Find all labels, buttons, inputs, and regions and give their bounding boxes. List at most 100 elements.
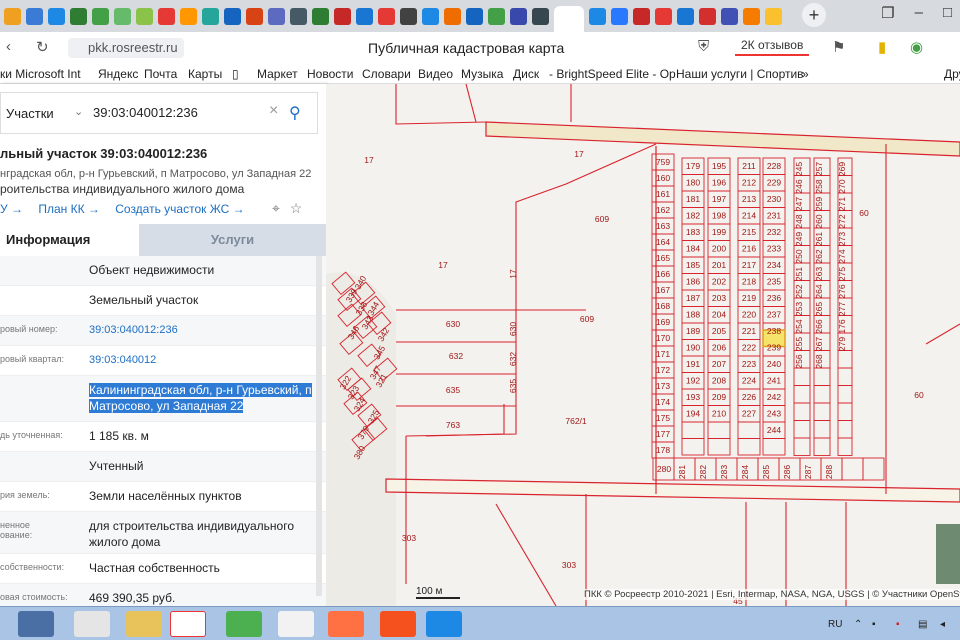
tab-favicon-icon[interactable] — [290, 7, 307, 25]
attribute-row: ненное ование: для строительства индивиду… — [0, 512, 326, 554]
tab-favicon-icon[interactable] — [334, 7, 351, 25]
zoom-to-icon[interactable]: ⌖ — [272, 200, 280, 216]
tab-favicon-icon[interactable] — [466, 7, 483, 25]
parcel-label: 261 — [814, 232, 824, 246]
bookmark-item[interactable]: Словари — [362, 67, 411, 81]
tab-favicon-icon[interactable] — [70, 7, 87, 25]
minimize-icon[interactable]: – — [915, 4, 923, 22]
bookmark-item[interactable]: Музыка — [461, 67, 503, 81]
bookmark-folder[interactable]: Дру — [944, 67, 960, 81]
tray-icon[interactable]: ▪ — [896, 619, 900, 630]
tab-favicon-icon[interactable] — [677, 7, 694, 25]
app-icon[interactable] — [380, 611, 416, 637]
bookmark-item[interactable]: ки Microsoft Int — [0, 67, 81, 81]
tab-favicon-icon[interactable] — [136, 7, 153, 25]
tab-favicon-icon[interactable] — [158, 7, 175, 25]
search-input[interactable] — [93, 105, 263, 120]
app-icon[interactable] — [278, 611, 314, 637]
active-tab[interactable] — [554, 6, 584, 32]
bookmark-item[interactable]: Яндекс — [98, 67, 138, 81]
extension-icon[interactable]: ⛨ — [698, 38, 709, 55]
url-field[interactable]: pkk.rosreestr.ru — [68, 38, 184, 58]
tab-favicon-icon[interactable] — [202, 7, 219, 25]
search-type-select[interactable]: Участки — [6, 106, 54, 121]
chat-icon[interactable]: ◉ — [910, 38, 923, 56]
bookmark-item[interactable]: Новости — [307, 67, 353, 81]
tab-favicon-icon[interactable] — [655, 7, 672, 25]
parcel-label: 635 — [446, 385, 460, 395]
tab-favicon-icon[interactable] — [114, 7, 131, 25]
tab-favicon-icon[interactable] — [743, 7, 760, 25]
app-icon[interactable] — [328, 611, 364, 637]
tab-favicon-icon[interactable] — [488, 7, 505, 25]
tab-search-icon[interactable]: ❐ — [881, 4, 894, 22]
star-icon[interactable]: ☆ — [290, 200, 303, 216]
link-button[interactable]: У → — [0, 202, 23, 216]
tab-favicon-icon[interactable] — [721, 7, 738, 25]
tab-favicon-icon[interactable] — [26, 7, 43, 25]
app-icon[interactable] — [18, 611, 54, 637]
tab-favicon-icon[interactable] — [246, 7, 263, 25]
chrome-icon[interactable] — [226, 611, 262, 637]
bookmark-item[interactable]: Диск — [513, 67, 539, 81]
parcel-label: 174 — [656, 397, 670, 407]
chevron-down-icon[interactable]: ⌄ — [74, 105, 83, 118]
network-icon[interactable]: ▤ — [918, 619, 927, 630]
bookmark-item[interactable]: Почта — [144, 67, 177, 81]
cadastral-map[interactable]: 17 17 609 17 17 609 630 630 632 632 635 635 763 762/1… — [326, 84, 960, 606]
tab-favicon-icon[interactable] — [510, 7, 527, 25]
new-tab-button[interactable]: + — [802, 3, 826, 27]
tab-favicon-icon[interactable] — [312, 7, 329, 25]
bookmark-item[interactable]: Карты — [188, 67, 222, 81]
tab-favicon-icon[interactable] — [356, 7, 373, 25]
create-parcel-link[interactable]: Создать участок ЖС → — [115, 202, 244, 216]
clear-icon[interactable]: × — [269, 102, 278, 120]
tab-favicon-icon[interactable] — [4, 7, 21, 25]
tab-favicon-icon[interactable] — [532, 7, 549, 25]
bookmark-item[interactable]: Маркет — [257, 67, 298, 81]
tray-arrow-icon[interactable]: ⌃ — [854, 619, 862, 630]
app-icon[interactable] — [426, 611, 462, 637]
search-icon[interactable]: ⚲ — [289, 103, 301, 123]
plan-kk-link[interactable]: План КК → — [38, 202, 100, 216]
reviews-button[interactable]: 2К отзывов — [735, 36, 810, 56]
tab-favicon-icon[interactable] — [699, 7, 716, 25]
attribute-value[interactable]: 39:03:040012:236 — [89, 322, 314, 338]
basemap-thumbnail[interactable] — [936, 524, 960, 584]
parcel-label: 243 — [767, 409, 781, 419]
tab-favicon-icon[interactable] — [378, 7, 395, 25]
tab-favicon-icon[interactable] — [589, 7, 606, 25]
back-icon[interactable]: ‹ — [6, 38, 11, 55]
tab-favicon-icon[interactable] — [400, 7, 417, 25]
tab-services[interactable]: Услуги — [139, 224, 326, 256]
volume-icon[interactable]: ◂ — [940, 619, 945, 630]
more-bookmarks-button[interactable]: » — [802, 67, 809, 81]
tab-info[interactable]: Информация — [0, 224, 139, 256]
bookmark-item[interactable]: Видео — [418, 67, 453, 81]
tab-favicon-icon[interactable] — [268, 7, 285, 25]
panel-scrollbar[interactable] — [316, 256, 322, 596]
tab-favicon-icon[interactable] — [92, 7, 109, 25]
maximize-icon[interactable]: □ — [943, 4, 952, 22]
reload-icon[interactable]: ↻ — [36, 38, 49, 56]
bookmark-item[interactable]: - BrightSpeed Elite - Op — [549, 67, 676, 81]
tab-favicon-icon[interactable] — [180, 7, 197, 25]
yandex-browser-icon[interactable] — [170, 611, 206, 637]
tab-favicon-icon[interactable] — [444, 7, 461, 25]
tab-favicon-icon[interactable] — [224, 7, 241, 25]
bookmark-item[interactable]: Наши услуги | Спортив — [676, 67, 804, 81]
bookmark-icon[interactable]: ⚑ — [832, 38, 845, 56]
app-icon[interactable] — [74, 611, 110, 637]
attribute-value[interactable]: 39:03:040012 — [89, 352, 314, 368]
tab-favicon-icon[interactable] — [422, 7, 439, 25]
tab-favicon-icon[interactable] — [633, 7, 650, 25]
parcel-label: 219 — [742, 293, 756, 303]
tray-icon[interactable]: ▪ — [872, 619, 876, 630]
tab-favicon-icon[interactable] — [765, 7, 782, 25]
map-canvas[interactable]: 17 17 609 17 17 609 630 630 632 632 635 635 763 762/1… — [326, 84, 960, 606]
folder-icon[interactable] — [126, 611, 162, 637]
language-indicator[interactable]: RU — [828, 619, 842, 630]
tab-favicon-icon[interactable] — [611, 7, 628, 25]
extension-icon[interactable]: ▮ — [878, 38, 886, 56]
tab-favicon-icon[interactable] — [48, 7, 65, 25]
